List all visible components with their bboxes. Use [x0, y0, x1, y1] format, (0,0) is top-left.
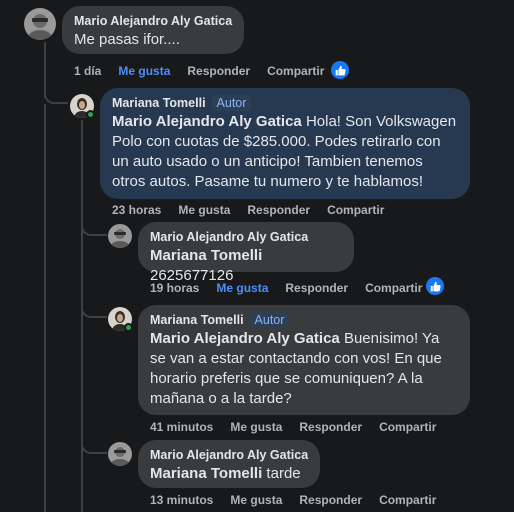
- like-button[interactable]: Me gusta: [216, 281, 268, 295]
- comment-actions: 23 horas Me gusta Responder Compartir: [112, 203, 401, 217]
- thread-connector: [81, 218, 107, 236]
- mention-link[interactable]: Mario Alejandro Aly Gatica: [150, 330, 340, 347]
- like-button[interactable]: Me gusta: [230, 493, 282, 507]
- thread-connector: [81, 436, 107, 454]
- reply-button[interactable]: Responder: [187, 64, 250, 78]
- share-button[interactable]: Compartir: [379, 420, 436, 434]
- comment-author[interactable]: Mariana Tomelli Autor: [150, 312, 458, 328]
- comment-time[interactable]: 41 minutos: [150, 420, 213, 434]
- author-badge: Autor: [211, 95, 252, 111]
- like-button[interactable]: Me gusta: [118, 64, 170, 78]
- comment-bubble: Mariana Tomelli Autor Mario Alejandro Aly…: [100, 88, 470, 199]
- reply-button[interactable]: Responder: [247, 203, 310, 217]
- comment-text: Mariana Tomelli 2625677126: [150, 246, 342, 286]
- online-status-icon: [124, 323, 133, 332]
- author-name[interactable]: Mariana Tomelli: [112, 96, 206, 110]
- thumbs-up-icon[interactable]: [331, 61, 349, 79]
- comment-actions: 19 horas Me gusta Responder Compartir: [150, 281, 439, 295]
- comment-time[interactable]: 13 minutos: [150, 493, 213, 507]
- comment-text: Mariana Tomelli tarde: [150, 464, 308, 484]
- mention-link[interactable]: Mariana Tomelli: [150, 247, 262, 264]
- author-name[interactable]: Mariana Tomelli: [150, 313, 244, 327]
- comment-author[interactable]: Mario Alejandro Aly Gatica: [150, 447, 308, 463]
- comment-text: Mario Alejandro Aly Gatica Hola! Son Vol…: [112, 112, 458, 192]
- share-button[interactable]: Compartir: [267, 64, 324, 78]
- reply-button[interactable]: Responder: [299, 493, 362, 507]
- comment-bubble: Mario Alejandro Aly Gatica Mariana Tomel…: [138, 440, 320, 488]
- like-button[interactable]: Me gusta: [230, 420, 282, 434]
- comment-actions: 41 minutos Me gusta Responder Compartir: [150, 420, 453, 434]
- like-button[interactable]: Me gusta: [178, 203, 230, 217]
- comment-text: Mario Alejandro Aly Gatica Buenisimo! Ya…: [150, 329, 458, 409]
- comment-time[interactable]: 1 día: [74, 64, 101, 78]
- user-avatar-icon: [108, 224, 132, 248]
- reply-button[interactable]: Responder: [299, 420, 362, 434]
- user-avatar-icon: [24, 8, 56, 40]
- reply-button[interactable]: Responder: [285, 281, 348, 295]
- comment-actions: 1 día Me gusta Responder Compartir: [74, 64, 341, 78]
- share-button[interactable]: Compartir: [365, 281, 422, 295]
- comment-time[interactable]: 19 horas: [150, 281, 199, 295]
- thumbs-up-icon[interactable]: [426, 277, 444, 295]
- share-button[interactable]: Compartir: [379, 493, 436, 507]
- author-badge: Autor: [249, 312, 290, 328]
- thread-connector: [44, 88, 68, 104]
- thread-connector: [81, 300, 107, 318]
- avatar[interactable]: [108, 224, 132, 248]
- comment-actions: 13 minutos Me gusta Responder Compartir: [150, 493, 453, 507]
- comment-author[interactable]: Mariana Tomelli Autor: [112, 95, 458, 111]
- comment-author[interactable]: Mario Alejandro Aly Gatica: [74, 13, 232, 29]
- mention-link[interactable]: Mariana Tomelli: [150, 465, 262, 482]
- comment-time[interactable]: 23 horas: [112, 203, 161, 217]
- comment-bubble: Mario Alejandro Aly Gatica Mariana Tomel…: [138, 222, 354, 284]
- comment-bubble: Mariana Tomelli Autor Mario Alejandro Aly…: [138, 305, 470, 415]
- comment-author[interactable]: Mario Alejandro Aly Gatica: [150, 229, 342, 245]
- comment-text: Me pasas ifor....: [74, 31, 180, 48]
- online-status-icon: [86, 110, 95, 119]
- comment-body: tarde: [262, 465, 301, 482]
- thread-line: [44, 104, 46, 512]
- avatar[interactable]: [108, 442, 132, 466]
- avatar[interactable]: [24, 8, 56, 40]
- comment-bubble: Mario Alejandro Aly Gatica Me pasas ifor…: [62, 6, 244, 54]
- user-avatar-icon: [108, 442, 132, 466]
- mention-link[interactable]: Mario Alejandro Aly Gatica: [112, 113, 302, 130]
- thread-line: [81, 120, 83, 512]
- share-button[interactable]: Compartir: [327, 203, 384, 217]
